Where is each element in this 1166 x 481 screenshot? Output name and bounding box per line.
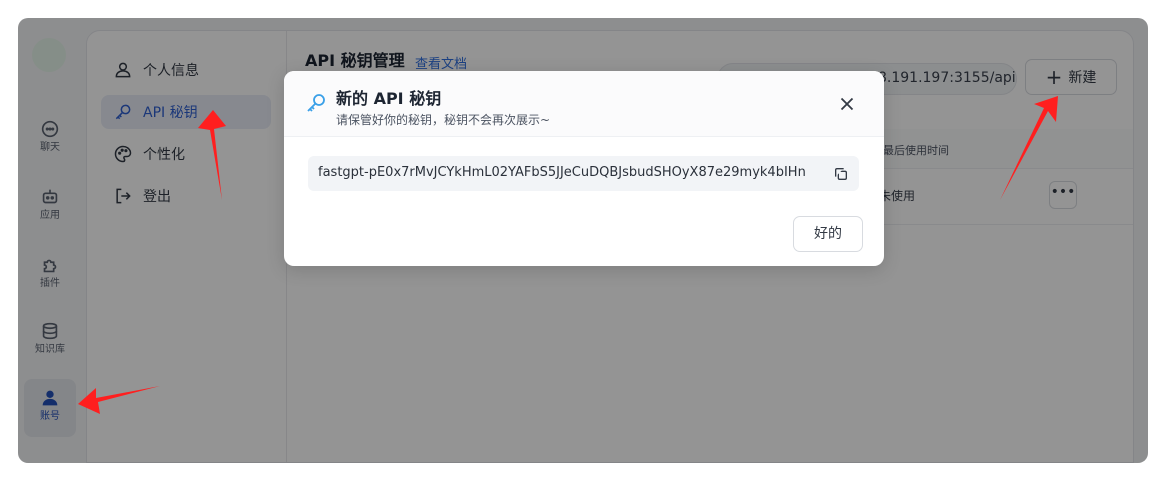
dialog-subtitle: 请保管好你的秘钥，秘钥不会再次展示~ <box>336 113 551 127</box>
copy-icon[interactable] <box>833 166 849 182</box>
api-key-value[interactable]: fastgpt-pE0x7rMvJCYkHmL02YAFbS5JJeCuDQBJ… <box>308 156 859 191</box>
dialog-header: 新的 API 秘钥 请保管好你的秘钥，秘钥不会再次展示~ <box>284 71 884 137</box>
key-icon <box>307 94 325 112</box>
close-icon[interactable] <box>836 93 858 115</box>
ok-button[interactable]: 好的 <box>793 216 863 252</box>
new-api-key-dialog: 新的 API 秘钥 请保管好你的秘钥，秘钥不会再次展示~ fastgpt-pE0… <box>284 71 884 266</box>
dialog-title: 新的 API 秘钥 <box>336 89 442 108</box>
